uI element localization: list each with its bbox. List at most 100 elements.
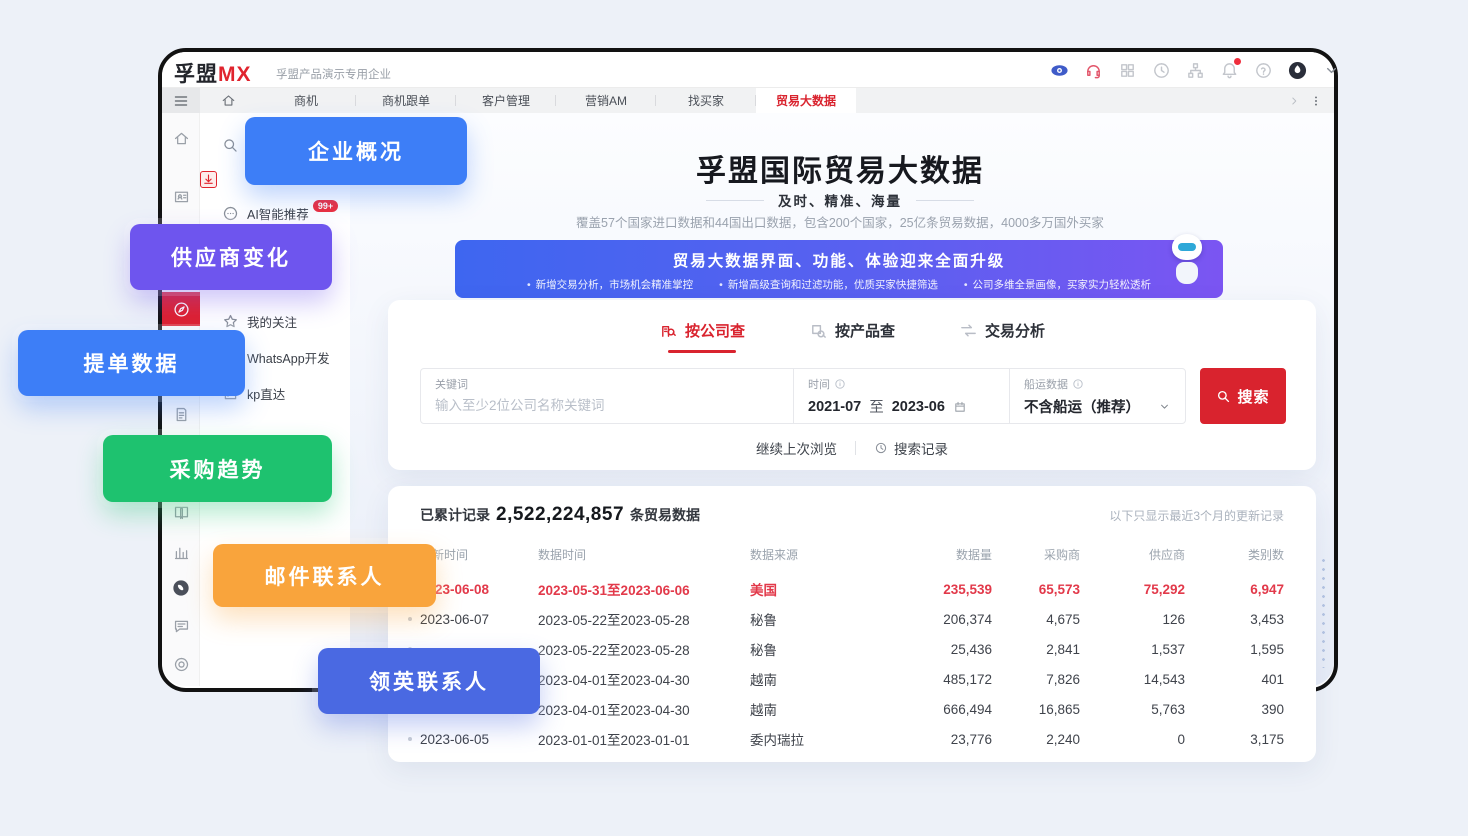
feature-label-邮件联系人[interactable]: 邮件联系人: [213, 544, 436, 607]
table-row[interactable]: 2023-05-22至2023-05-28秘鲁25,4362,8411,5371…: [408, 634, 1296, 664]
search-card: 按公司查 按产品查 交易分析 关键词 时间 2021-07 至 2023-06: [388, 300, 1316, 470]
chevron-down-icon: [1158, 400, 1171, 413]
table-cell: 2023-06-07: [408, 612, 538, 627]
sidebar-item-AI智能推荐[interactable]: AI智能推荐99+: [200, 200, 338, 226]
home-tab[interactable]: [200, 88, 256, 113]
shipping-select[interactable]: 不含船运（推荐）: [1024, 396, 1185, 417]
nav-tab-5[interactable]: 找买家: [656, 88, 756, 113]
nav-tab-6[interactable]: 贸易大数据: [756, 88, 856, 113]
nav-tab-1[interactable]: 商机: [256, 88, 356, 113]
feature-label-供应商变化[interactable]: 供应商变化: [130, 224, 332, 290]
table-cell: 2023-05-22至2023-05-28: [538, 639, 750, 659]
search-history-link[interactable]: 搜索记录: [874, 438, 948, 458]
table-cell: 14,543: [1080, 672, 1185, 687]
download-icon: [200, 171, 217, 188]
table-row[interactable]: 2023-04-01至2023-04-30越南666,49416,8655,76…: [408, 694, 1296, 724]
grid-icon[interactable]: [1116, 59, 1138, 81]
column-header: 数据量: [892, 546, 992, 563]
table-cell: 2023-04-01至2023-04-30: [538, 699, 750, 719]
divider: [855, 441, 856, 455]
help-icon[interactable]: [1252, 59, 1274, 81]
table-cell: 2,240: [992, 732, 1080, 747]
table-cell: 23,776: [892, 732, 992, 747]
info-icon: [1072, 378, 1084, 390]
clock-icon: [874, 441, 888, 455]
book-icon[interactable]: [171, 502, 191, 522]
keyword-label: 关键词: [435, 376, 793, 392]
whatsapp-icon[interactable]: [171, 578, 191, 598]
table-header: 更新时间数据时间数据来源数据量采购商供应商类别数: [408, 544, 1296, 564]
chevron-right-icon[interactable]: [1288, 95, 1300, 107]
continue-browsing-link[interactable]: 继续上次浏览: [756, 438, 837, 458]
more-menu-icon[interactable]: [1310, 95, 1322, 107]
nav-tab-4[interactable]: 营销AM: [556, 88, 656, 113]
banner-point: 公司多维全景画像，买家实力轻松透析: [964, 277, 1151, 292]
column-header: 类别数: [1185, 546, 1284, 563]
sidebar-item-hidden-0[interactable]: [200, 132, 239, 158]
feature-label-企业概况[interactable]: 企业概况: [245, 117, 467, 185]
table-cell: 6,947: [1185, 582, 1284, 597]
search-tab-按公司查[interactable]: 按公司查: [659, 320, 745, 353]
page-title: 孚盟国际贸易大数据: [390, 146, 1290, 190]
table-cell: 1,537: [1080, 642, 1185, 657]
table-cell: 0: [1080, 732, 1185, 747]
table-note: 以下只显示最近3个月的更新记录: [1109, 507, 1284, 524]
nav-tab-2[interactable]: 商机跟单: [356, 88, 456, 113]
page-subtitle: 及时、精准、海量: [390, 190, 1290, 210]
feature-label-领英联系人[interactable]: 领英联系人: [318, 648, 540, 714]
table-row[interactable]: 2023-04-01至2023-04-30越南485,1727,82614,54…: [408, 664, 1296, 694]
avatar[interactable]: [1286, 59, 1308, 81]
target-icon[interactable]: [171, 654, 191, 674]
home-icon[interactable]: [171, 128, 191, 148]
search-tabs: 按公司查 按产品查 交易分析: [388, 320, 1316, 353]
table-cell: 2023-01-01至2023-01-01: [538, 729, 750, 749]
bell-icon[interactable]: [1218, 59, 1240, 81]
table-cell: 390: [1185, 702, 1284, 717]
table-cell: 65,573: [992, 582, 1080, 597]
chart-icon[interactable]: [171, 542, 191, 562]
feature-label-提单数据[interactable]: 提单数据: [18, 330, 245, 396]
nav-tab-3[interactable]: 客户管理: [456, 88, 556, 113]
banner-point: 新增高级查询和过滤功能，优质买家快捷筛选: [719, 277, 938, 292]
logo-suffix: MX: [218, 63, 252, 86]
search-tab-按产品查[interactable]: 按产品查: [809, 320, 895, 353]
time-label: 时间: [808, 376, 1009, 392]
header-icons: [1048, 58, 1342, 82]
banner-title: 贸易大数据界面、功能、体验迎来全面升级: [455, 249, 1223, 271]
table-cell: 1,595: [1185, 642, 1284, 657]
chevron-down-icon[interactable]: [1320, 59, 1342, 81]
column-header: 供应商: [1080, 546, 1185, 563]
table-cell: 秘鲁: [750, 639, 892, 659]
search-tab-交易分析[interactable]: 交易分析: [959, 320, 1045, 353]
table-cell: 206,374: [892, 612, 992, 627]
clock-icon[interactable]: [1150, 59, 1172, 81]
table-cell: 美国: [750, 579, 892, 599]
table-cell: 2023-05-22至2023-05-28: [538, 609, 750, 629]
table-row[interactable]: 2023-06-072023-05-22至2023-05-28秘鲁206,374…: [408, 604, 1296, 634]
page-description: 覆盖57个国家进口数据和44国出口数据，包含200个国家，25亿条贸易数据，40…: [390, 212, 1290, 231]
table-cell: 485,172: [892, 672, 992, 687]
notification-badge: [1233, 57, 1242, 66]
doc-icon[interactable]: [171, 404, 191, 424]
chat-icon[interactable]: [171, 616, 191, 636]
sidebar-item-hidden-1[interactable]: [200, 166, 217, 192]
column-header: 采购商: [992, 546, 1080, 563]
rail-item-active[interactable]: [162, 292, 200, 326]
upgrade-banner[interactable]: 贸易大数据界面、功能、体验迎来全面升级 新增交易分析，市场机会精准掌控新增高级查…: [455, 240, 1223, 298]
table-row[interactable]: 2023-06-052023-01-01至2023-01-01委内瑞拉23,77…: [408, 724, 1296, 754]
sidebar-toggle[interactable]: [162, 88, 200, 113]
records-summary: 已累计记录 2,522,224,857 条贸易数据 以下只显示最近3个月的更新记…: [420, 504, 1284, 526]
search-button[interactable]: 搜索: [1200, 368, 1286, 424]
headset-icon[interactable]: [1082, 59, 1104, 81]
app-logo: 孚盟MX: [174, 58, 252, 88]
table-cell: 7,826: [992, 672, 1080, 687]
eye-icon[interactable]: [1048, 59, 1070, 81]
time-range[interactable]: 2021-07 至 2023-06: [808, 396, 1009, 417]
star-icon: [222, 313, 239, 330]
sitemap-icon[interactable]: [1184, 59, 1206, 81]
keyword-input[interactable]: [435, 398, 765, 413]
table-row[interactable]: 2023-06-082023-05-31至2023-06-06美国235,539…: [408, 574, 1296, 604]
feature-label-采购趋势[interactable]: 采购趋势: [103, 435, 332, 502]
id-card-icon[interactable]: [171, 186, 191, 206]
page: 孚盟MX 孚盟产品演示专用企业 商机商机跟单客户管理营销AM找买家贸易大数据 A…: [0, 0, 1468, 836]
